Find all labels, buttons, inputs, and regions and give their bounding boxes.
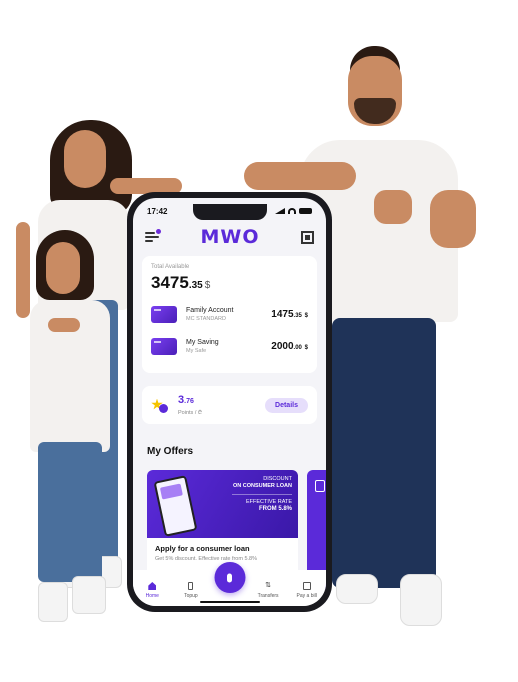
account-subtitle: My Safe (186, 347, 207, 354)
phone-illustration-icon (153, 475, 198, 537)
app-screen: 17:42 MWO Total Available 3475.35 $ Fami… (133, 198, 326, 606)
signal-icon (275, 208, 285, 214)
offer-rate-line2: FROM 5.8% (258, 506, 292, 512)
account-amount-whole: 1475 (271, 308, 294, 320)
balance-decimal: .35 (188, 280, 203, 291)
offer-divider (232, 494, 292, 495)
battery-icon (299, 208, 312, 214)
nav-pay-bill-label: Pay a bill (296, 593, 317, 599)
total-available-label: Total Available (151, 264, 190, 270)
microphone-icon (227, 573, 232, 582)
account-amount-decimal: .35 (293, 312, 302, 319)
transfer-arrows-icon: ⇅ (265, 582, 272, 589)
qr-code-icon[interactable] (301, 230, 314, 244)
account-name: My Saving (186, 338, 219, 346)
mobile-phone-icon (188, 582, 194, 590)
points-text: 3.76 Points / ₾ (178, 394, 202, 416)
balance-currency: $ (204, 280, 211, 291)
offer-rate-line1: EFFECTIVE RATE (245, 499, 292, 505)
bank-card-icon (151, 305, 177, 323)
account-amount-decimal: .00 (293, 344, 302, 351)
points-label: Points / ₾ (178, 410, 203, 416)
offers-title: My Offers (147, 446, 194, 457)
notification-dot (156, 229, 161, 234)
total-balance: 3475.35 $ (151, 273, 308, 293)
points-card: 3.76 Points / ₾ Details (142, 386, 317, 424)
wifi-icon (288, 208, 296, 214)
phone-mockup: 17:42 MWO Total Available 3475.35 $ Fami… (127, 192, 332, 612)
account-amount-whole: 2000 (271, 340, 294, 352)
star-coin-icon (151, 397, 168, 414)
offer-discount: DISCOUNT ON CONSUMER LOAN (233, 476, 292, 490)
offer-rate: EFFECTIVE RATE FROM 5.8% (246, 499, 292, 513)
app-header: MWO (133, 222, 326, 252)
account-subtitle: MC STANDARD (186, 315, 226, 322)
phone-notch (192, 204, 267, 220)
nav-transfers[interactable]: ⇅ Transfers (249, 582, 288, 599)
account-row-saving[interactable]: My Saving My Safe 2000.00 $ (151, 335, 308, 357)
app-logo: MWO (200, 226, 260, 248)
account-row-family[interactable]: Family Account MC STANDARD 1475.35 $ (151, 303, 308, 325)
bill-icon (302, 582, 311, 590)
offer-discount-line2: ON CONSUMER LOAN (233, 483, 292, 489)
points-decimal: .76 (184, 398, 194, 405)
nav-topup[interactable]: Topup (172, 582, 211, 599)
offer-banner: DISCOUNT ON CONSUMER LOAN EFFECTIVE RATE… (147, 470, 298, 538)
nav-home[interactable]: Home (133, 582, 172, 599)
status-time: 17:42 (147, 206, 168, 216)
balance-whole: 3475 (151, 273, 189, 292)
bank-card-icon (151, 337, 177, 355)
account-currency: $ (304, 312, 308, 319)
nav-home-label: Home (145, 593, 159, 599)
account-name: Family Account (186, 306, 234, 314)
account-amount: 2000.00 $ (271, 341, 308, 352)
menu-icon[interactable] (145, 229, 161, 242)
balance-card: Total Available 3475.35 $ Family Account … (142, 256, 317, 373)
nav-topup-label: Topup (184, 593, 198, 599)
nav-transfers-label: Transfers (257, 593, 279, 599)
account-currency: $ (304, 344, 308, 351)
status-icons (275, 208, 312, 214)
home-icon (148, 582, 157, 590)
account-text: Family Account MC STANDARD (186, 307, 271, 322)
account-text: My Saving My Safe (186, 339, 271, 354)
home-indicator (199, 601, 260, 603)
voice-assistant-button[interactable] (214, 562, 245, 593)
offer-discount-line1: DISCOUNT (263, 476, 292, 482)
offer-title: Apply for a consumer loan (155, 544, 250, 553)
account-amount: 1475.35 $ (271, 309, 308, 320)
offer-description: Get 5% discount. Effective rate from 5.8… (155, 556, 258, 562)
points-value: 3.76 (178, 394, 202, 406)
details-button[interactable]: Details (265, 397, 308, 413)
nav-pay-bill[interactable]: Pay a bill (287, 582, 326, 599)
